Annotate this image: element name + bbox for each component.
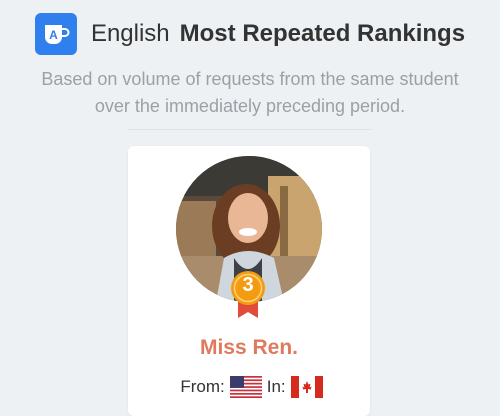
teacher-origin: From: In: (128, 376, 370, 398)
language-label: English (90, 20, 170, 47)
from-label: From: (180, 377, 225, 396)
subtitle-line-1: Based on volume of requests from the sam… (41, 69, 459, 89)
app-icon-letter: A (49, 28, 58, 42)
page-title: Most Repeated Rankings (179, 20, 466, 47)
rank-badge: 3 (228, 270, 268, 320)
teacher-card[interactable]: 3 Miss Ren. From: In: (128, 146, 370, 416)
mug-icon: A (44, 25, 70, 44)
canada-flag-icon (290, 376, 323, 398)
us-flag-icon (229, 376, 262, 398)
page-header: A English Most Repeated Rankings (0, 10, 500, 58)
teacher-name[interactable]: Miss Ren. (128, 336, 370, 360)
rank-number: 3 (242, 274, 254, 296)
header-divider (128, 129, 372, 130)
in-label: In: (266, 377, 286, 396)
app-logo-icon: A (34, 13, 77, 55)
page-subtitle: Based on volume of requests from the sam… (0, 66, 500, 120)
subtitle-line-2: over the immediately preceding period. (94, 96, 406, 116)
